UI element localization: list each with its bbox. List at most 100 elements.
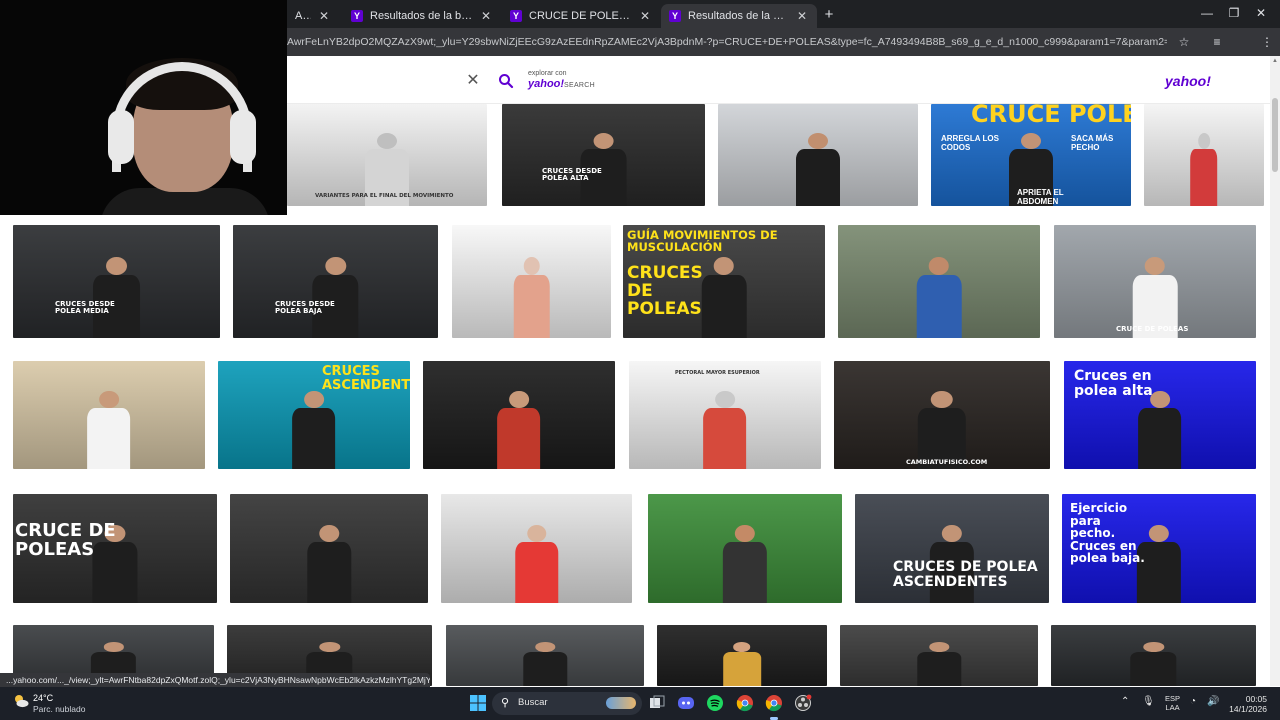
media-controls-icon[interactable]: ≡ [1208,33,1226,51]
webcam-person-body [100,188,270,215]
image-result-tile[interactable]: CRUCES DESDE POLEA MEDIA [13,225,220,338]
weather-description[interactable]: Parc. nublado [33,704,85,714]
image-result-tile[interactable]: Ejercicio para pecho. Cruces en polea ba… [1062,494,1256,603]
close-tab-icon[interactable]: ✕ [795,9,809,23]
discord-icon[interactable] [677,694,695,712]
clock-date: 14/1/2026 [1229,704,1267,714]
headphone-cup-left [108,110,134,164]
close-tab-icon[interactable]: ✕ [638,9,652,23]
thumbnail-figure [301,524,356,603]
minimize-icon[interactable]: — [1192,4,1222,22]
thumbnail-caption: VARIANTES PARA EL FINAL DEL MOVIMIENTO [315,193,454,199]
windows-taskbar: 24°C Parc. nublado ⚲ Buscar ⌃ 🎙 ESP LAA … [0,687,1280,720]
image-result-tile[interactable] [1051,625,1256,686]
thumbnail-subcaption: SACA MÁS PECHO [1071,134,1114,152]
system-clock[interactable]: 00:05 14/1/2026 [1227,694,1267,714]
image-result-tile[interactable] [718,104,918,206]
tab-title: ARNOLD [295,10,311,22]
image-result-tile[interactable]: Cruces en polea alta [1064,361,1256,469]
show-hidden-icons-chevron-icon[interactable]: ⌃ [1121,696,1129,707]
image-result-tile[interactable]: CAMBIATUFISICO.COM [834,361,1050,469]
thumbnail-figure [517,642,572,686]
image-result-tile[interactable] [452,225,611,338]
thumbnail-caption: Cruces en polea alta [1074,368,1153,399]
thumbnail-figure [911,256,968,338]
image-result-tile[interactable]: CRUCES DE POLEA ASCENDENTES [855,494,1049,603]
thumbnail-figure [718,642,766,686]
tab-resultados-active[interactable]: Y Resultados de la búsqueda de ✕ [661,4,817,28]
image-result-tile[interactable] [648,494,842,603]
search-icon[interactable] [497,72,515,90]
obs-recording-icon[interactable] [794,694,812,712]
chrome-icon[interactable] [736,694,754,712]
tab-arnold[interactable]: ARNOLD ✕ [287,4,339,28]
windows-start-icon[interactable] [469,694,487,712]
language-code: ESP [1165,694,1181,703]
image-result-tile[interactable]: CRUCE DE POLEAS [13,494,217,603]
tab-title: Resultados de la búsqueda de [370,10,473,22]
thumbnail-figure [1125,642,1182,686]
scroll-up-icon[interactable]: ▲ [1271,58,1279,64]
thumbnail-caption: Ejercicio para pecho. Cruces en polea ba… [1070,501,1145,566]
new-tab-button[interactable]: + [820,6,838,24]
keyboard-language[interactable]: ESP LAA [1165,694,1180,712]
thumbnail-figure [1187,132,1221,206]
image-result-tile[interactable]: CRUCE DE POLEAS [1054,225,1256,338]
close-tab-icon[interactable]: ✕ [317,9,331,23]
taskbar-search-label: Buscar [518,697,548,708]
search-input[interactable] [287,66,517,96]
close-tab-icon[interactable]: ✕ [479,9,493,23]
image-result-tile[interactable] [840,625,1038,686]
image-result-tile[interactable]: GUÍA MOVIMIENTOS DE MUSCULACIÓN CRUCES DE… [623,225,825,338]
tab-cruce-de-poleas[interactable]: Y CRUCE DE POLEAS - de búsque ✕ [502,4,660,28]
browser-menu-icon[interactable]: ⋮ [1258,33,1276,51]
chrome-active-icon[interactable] [765,694,783,712]
image-result-tile[interactable] [446,625,644,686]
image-result-tile[interactable] [441,494,632,603]
image-result-tile[interactable] [423,361,615,469]
volume-icon[interactable]: 🔊 [1207,696,1219,707]
url-field[interactable]: AwrFeLnYB2dpO2MQZAzX9wt;_ylu=Y29sbwNiZjE… [287,33,1167,51]
microphone-icon[interactable]: 🎙 [1142,696,1155,707]
tab-resultados-1[interactable]: Y Resultados de la búsqueda de ✕ [343,4,501,28]
thumbnail-caption: CRUCE POLEA [971,104,1131,128]
image-result-tile[interactable]: PECTORAL MAYOR ESUPERIOR [629,361,821,469]
thumbnail-figure [88,256,146,338]
partly-cloudy-icon[interactable] [12,692,30,710]
image-result-tile[interactable]: VARIANTES PARA EL FINAL DEL MOVIMIENTO [287,104,487,206]
image-result-tile[interactable] [13,361,205,469]
thumbnail-figure [509,256,554,338]
yahoo-logo[interactable]: yahoo! [1165,73,1211,89]
scrollbar-thumb[interactable] [1272,98,1278,172]
screen: ARNOLD ✕ Y Resultados de la búsqueda de … [0,0,1280,720]
explore-with-label: explorar con [528,70,567,77]
yahoo-favicon-icon: Y [669,10,681,22]
image-result-tile[interactable]: CRUCES ASCENDENTES [218,361,410,469]
webcam-overlay [0,0,287,215]
image-result-tile[interactable] [838,225,1040,338]
image-result-tile[interactable]: CRUCE POLEA ARREGLA LOS CODOS SACA MÁS PEC… [931,104,1131,206]
task-view-icon[interactable] [648,694,666,712]
image-result-tile[interactable]: CRUCES DESDE POLEA ALTA [502,104,705,206]
yahoo-search-logo[interactable]: yahoo! [528,78,564,90]
image-result-tile[interactable] [657,625,827,686]
thumbnail-figure [790,132,846,206]
thumbnail-caption: CRUCES ASCENDENTES [322,364,410,393]
restore-icon[interactable]: ❐ [1219,4,1249,22]
tab-title: CRUCE DE POLEAS - de búsque [529,10,632,22]
close-window-icon[interactable]: ✕ [1246,4,1276,22]
clear-search-icon[interactable]: ✕ [464,72,482,90]
bookmark-star-icon[interactable]: ☆ [1175,33,1193,51]
image-result-tile[interactable] [230,494,428,603]
wifi-icon[interactable]: ◔ [1190,696,1196,707]
thumbnail-caption-secondary: CRUCES DE POLEAS [627,263,703,319]
thumbnail-figure [287,391,341,469]
image-result-tile[interactable]: CRUCES DESDE POLEA BAJA [233,225,438,338]
thumbnail-caption: CAMBIATUFISICO.COM [906,458,988,466]
thumbnail-figure [911,642,966,686]
spotify-icon[interactable] [706,694,724,712]
weather-temperature[interactable]: 24°C [33,693,53,703]
image-result-tile[interactable] [1144,104,1264,206]
layout-code: LAA [1165,703,1180,712]
thumbnail-caption: GUÍA MOVIMIENTOS DE MUSCULACIÓN [627,228,778,255]
